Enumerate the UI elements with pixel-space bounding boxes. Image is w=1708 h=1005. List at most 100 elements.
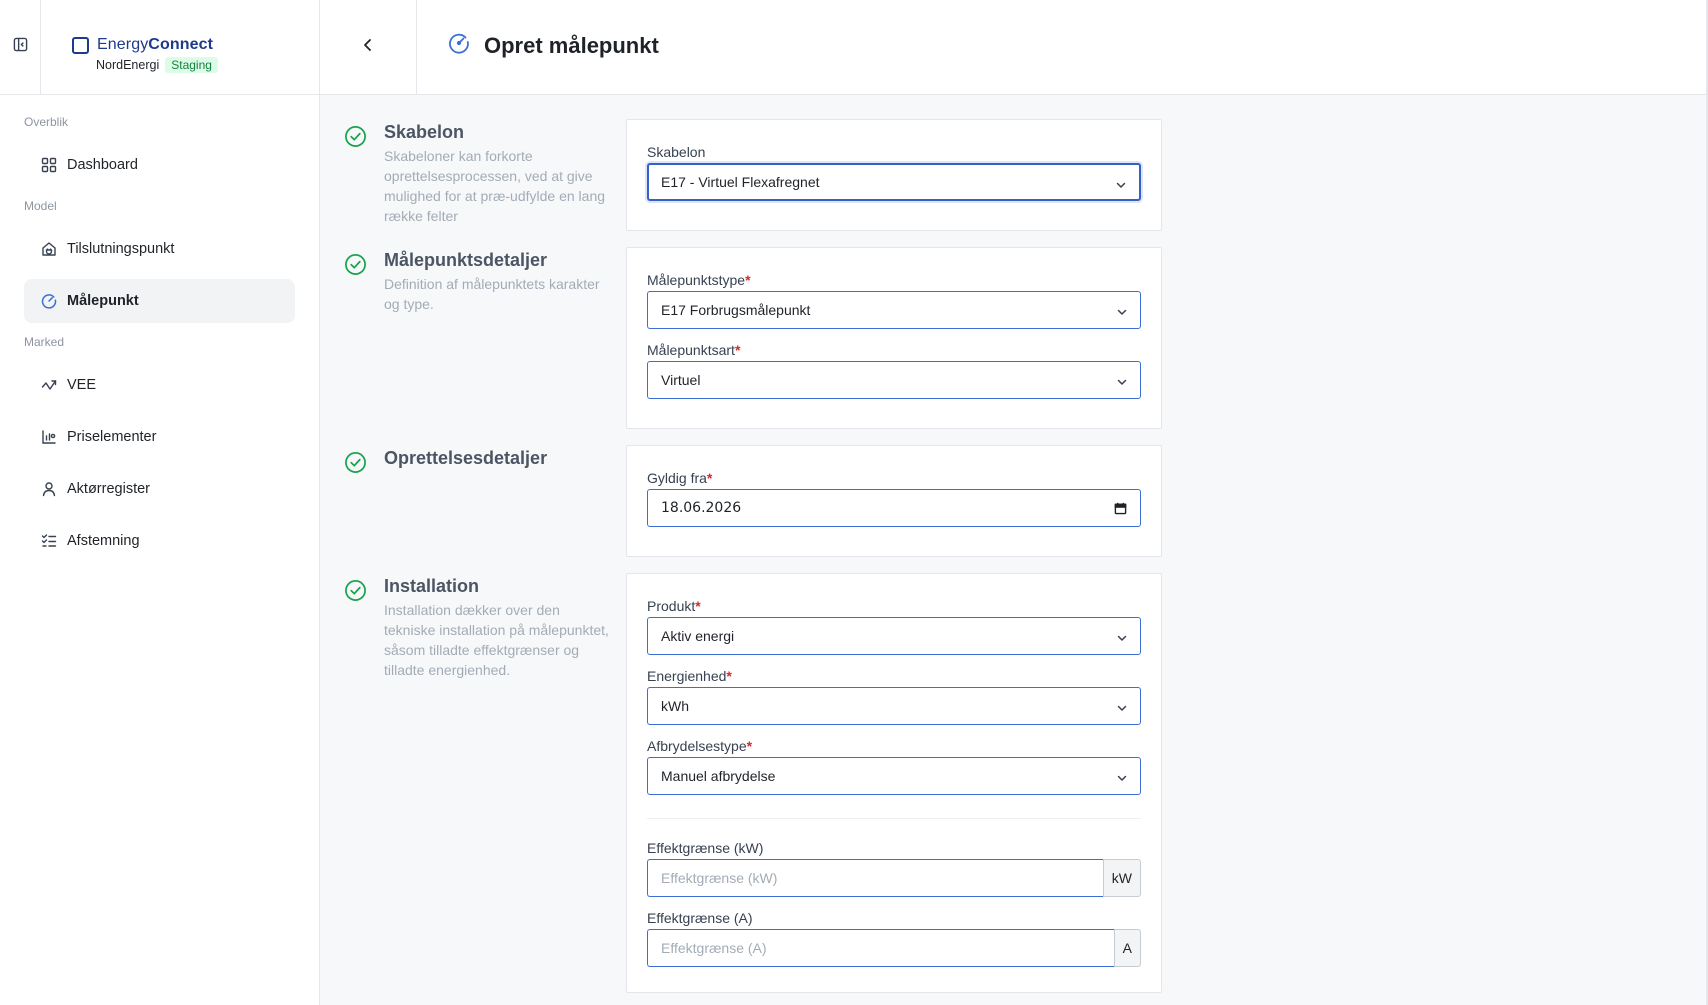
- org-info: NordEnergi Staging: [96, 57, 218, 73]
- label-text: Målepunktsart: [647, 342, 735, 358]
- gyldig-fra-label: Gyldig fra*: [647, 470, 712, 486]
- select-value: Virtuel: [661, 372, 701, 388]
- malepunktsart-select[interactable]: Virtuel: [647, 361, 1141, 399]
- user-icon: [40, 480, 58, 498]
- required-mark: *: [695, 598, 701, 614]
- sidebar-item-vee[interactable]: VEE: [24, 363, 295, 407]
- effekt-a-label: Effektgrænse (A): [647, 910, 753, 926]
- chevron-down-icon: [1116, 305, 1128, 321]
- produkt-label: Produkt*: [647, 598, 701, 614]
- sidebar-section-marked: Marked: [24, 335, 65, 349]
- effekt-a-input[interactable]: [647, 929, 1114, 967]
- back-button[interactable]: [320, 0, 417, 94]
- sidebar-item-label: Priselementer: [67, 429, 157, 445]
- detaljer-card: Målepunktstype* E17 Forbrugsmålepunkt Må…: [626, 247, 1162, 429]
- sidebar-item-label: Aktørregister: [67, 481, 150, 497]
- chevron-down-icon: [1116, 771, 1128, 787]
- chevron-down-icon: [1116, 631, 1128, 647]
- energienhed-label: Energienhed*: [647, 668, 732, 684]
- select-value: E17 Forbrugsmålepunkt: [661, 302, 811, 318]
- sidebar-item-afstemning[interactable]: Afstemning: [24, 519, 295, 563]
- unit-addon-kw: kW: [1102, 859, 1141, 897]
- section-description: Installation dækker over den tekniske in…: [384, 602, 609, 678]
- afbrydelsestype-select[interactable]: Manuel afbrydelse: [647, 757, 1141, 795]
- sidebar-item-label: Målepunkt: [67, 293, 139, 309]
- list-check-icon: [40, 532, 58, 550]
- brand-name: EnergyConnect: [97, 36, 213, 54]
- brand-area: EnergyConnect NordEnergi Staging: [41, 0, 320, 94]
- main-content: Skabelon Skabeloner kan forkorte oprette…: [320, 95, 1706, 1005]
- sidebar-section-model: Model: [24, 199, 57, 213]
- sidebar-item-tilslutningspunkt[interactable]: Tilslutningspunkt: [24, 227, 295, 271]
- check-circle-icon: [344, 125, 367, 153]
- produkt-select[interactable]: Aktiv energi: [647, 617, 1141, 655]
- chevron-down-icon: [1116, 701, 1128, 717]
- select-value: E17 - Virtuel Flexafregnet: [661, 174, 820, 190]
- chevron-left-icon: [361, 38, 375, 57]
- sidebar-item-malepunkt[interactable]: Målepunkt: [24, 279, 295, 323]
- brand-name-light: Energy: [97, 36, 149, 53]
- energienhed-select[interactable]: kWh: [647, 687, 1141, 725]
- required-mark: *: [746, 738, 753, 754]
- sidebar-section-overblik: Overblik: [24, 115, 69, 129]
- sidebar-item-priselementer[interactable]: Priselementer: [24, 415, 295, 459]
- oprettelse-card: Gyldig fra* 18.06.2026: [626, 445, 1162, 557]
- org-name: NordEnergi: [96, 58, 160, 72]
- logo-square-icon: [72, 36, 89, 54]
- calendar-icon[interactable]: [1114, 502, 1127, 519]
- malepunktstype-select[interactable]: E17 Forbrugsmålepunkt: [647, 291, 1141, 329]
- check-circle-icon: [344, 253, 367, 281]
- effekt-kw-label: Effektgrænse (kW): [647, 840, 764, 856]
- section-description: Definition af målepunktets karakter og t…: [384, 276, 600, 312]
- price-chart-icon: [40, 428, 58, 446]
- required-mark: *: [734, 342, 741, 358]
- sidebar-item-label: VEE: [67, 377, 97, 393]
- label-text: Energienhed: [647, 668, 727, 684]
- select-value: Aktiv energi: [661, 628, 735, 644]
- env-badge: Staging: [165, 57, 218, 73]
- effekt-kw-input[interactable]: [647, 859, 1103, 897]
- section-title: Installation: [384, 576, 480, 596]
- label-text: Produkt: [647, 598, 696, 614]
- required-mark: *: [706, 470, 713, 486]
- gauge-icon: [448, 32, 470, 59]
- date-value: 18.06.2026: [661, 500, 742, 516]
- top-header: EnergyConnect NordEnergi Staging Opret m…: [0, 0, 1706, 95]
- skabelon-label: Skabelon: [647, 144, 706, 160]
- label-text: Målepunktstype: [647, 272, 746, 288]
- effekt-a-group: A: [647, 929, 1141, 967]
- chevron-down-icon: [1115, 178, 1127, 194]
- sidebar-item-aktorregister[interactable]: Aktørregister: [24, 467, 295, 511]
- required-mark: *: [745, 272, 751, 288]
- gauge-icon: [40, 292, 58, 310]
- sidebar-toggle-button[interactable]: [0, 0, 41, 94]
- sidebar-item-label: Dashboard: [67, 157, 138, 173]
- section-description: Skabeloner kan forkorte oprettelsesproce…: [384, 148, 606, 224]
- effekt-kw-group: kW: [647, 859, 1141, 897]
- section-divider: [647, 818, 1141, 819]
- malepunktsart-label: Målepunktsart*: [647, 342, 740, 358]
- section-title: Oprettelsesdetaljer: [384, 448, 548, 468]
- select-value: Manuel afbrydelse: [661, 768, 776, 784]
- grid-icon: [40, 156, 58, 174]
- unit-addon-a: A: [1113, 929, 1141, 967]
- brand-name-bold: Connect: [148, 36, 213, 53]
- gyldig-fra-date-input[interactable]: 18.06.2026: [647, 489, 1141, 527]
- page-header: Opret målepunkt: [448, 32, 659, 59]
- section-title: Målepunktsdetaljer: [384, 250, 548, 270]
- label-text: Gyldig fra: [647, 470, 707, 486]
- installation-card: Produkt* Aktiv energi Energienhed* kWh A…: [626, 573, 1162, 993]
- sidebar-collapse-icon: [13, 37, 28, 57]
- skabelon-select[interactable]: E17 - Virtuel Flexafregnet: [647, 163, 1141, 201]
- check-circle-icon: [344, 451, 367, 479]
- chevron-down-icon: [1116, 375, 1128, 391]
- trend-icon: [40, 376, 58, 394]
- sidebar-item-dashboard[interactable]: Dashboard: [24, 143, 295, 187]
- sidebar-item-label: Tilslutningspunkt: [67, 241, 175, 257]
- brand-logo[interactable]: EnergyConnect: [72, 36, 213, 54]
- sidebar: Overblik Dashboard Model Tilslutningspun…: [0, 95, 320, 1005]
- house-plug-icon: [40, 240, 58, 258]
- malepunktstype-label: Målepunktstype*: [647, 272, 751, 288]
- check-circle-icon: [344, 579, 367, 607]
- skabelon-card: Skabelon E17 - Virtuel Flexafregnet: [626, 119, 1162, 231]
